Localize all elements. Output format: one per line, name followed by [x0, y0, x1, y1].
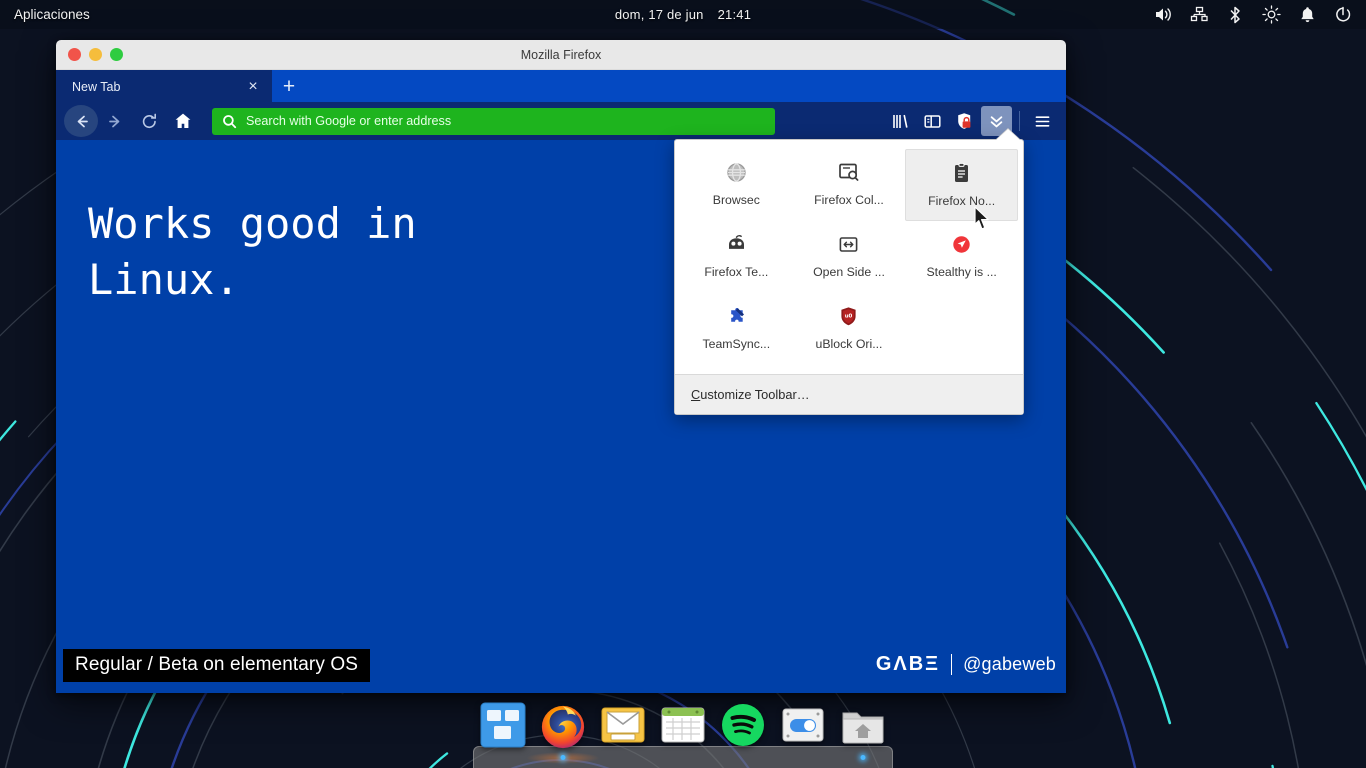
tab-new-tab[interactable]: New Tab ×	[56, 70, 272, 102]
overflow-item-stealthy[interactable]: Stealthy is ...	[905, 221, 1018, 293]
clock-date: dom, 17 de jun	[614, 7, 704, 22]
search-icon	[222, 114, 237, 129]
window-close-button[interactable]	[68, 48, 81, 61]
window-minimize-button[interactable]	[89, 48, 102, 61]
video-caption-banner: Regular / Beta on elementary OS	[63, 649, 370, 682]
dock-running-indicator	[860, 755, 866, 760]
stealthy-icon	[949, 231, 975, 257]
desktop[interactable]: Aplicaciones dom, 17 de jun 21:41 Mozill…	[0, 0, 1366, 768]
overflow-item-firefox-color[interactable]: Firefox Col...	[793, 149, 906, 221]
brightness-icon[interactable]	[1254, 0, 1288, 29]
window-controls	[56, 48, 123, 61]
overflow-item-label: uBlock Ori...	[815, 337, 883, 351]
dock-item-files[interactable]	[839, 702, 887, 760]
applications-menu-button[interactable]: Aplicaciones	[0, 0, 100, 29]
customize-toolbar-label: ustomize Toolbar…	[700, 387, 810, 402]
url-input-placeholder[interactable]: Search with Google or enter address	[246, 114, 451, 128]
dock-item-firefox[interactable]	[526, 702, 600, 764]
caption-text: Regular / Beta on elementary OS	[75, 654, 358, 675]
side-view-icon	[836, 231, 862, 257]
ublock-icon: u0	[836, 303, 862, 329]
watermark-divider	[951, 654, 953, 675]
forward-button[interactable]	[98, 105, 132, 137]
overflow-item-open-side-view[interactable]: Open Side ...	[793, 221, 906, 293]
watermark: GΛBΞ @gabeweb	[876, 653, 1056, 676]
overflow-item-teamsync[interactable]: TeamSync...	[680, 293, 793, 365]
dock-item-settings[interactable]	[779, 702, 827, 760]
new-tab-button[interactable]: +	[272, 70, 306, 102]
overflow-item-label: Browsec	[712, 193, 760, 207]
window-title: Mozilla Firefox	[520, 47, 602, 62]
tab-close-icon[interactable]: ×	[242, 76, 264, 98]
overflow-item-label: Firefox Te...	[704, 265, 769, 279]
navigation-toolbar: Search with Google or enter address	[56, 102, 1066, 140]
overflow-item-browsec[interactable]: Browsec	[680, 149, 793, 221]
window-maximize-button[interactable]	[110, 48, 123, 61]
overflow-item-label: Firefox Col...	[814, 193, 884, 207]
overflow-item-firefox-relay[interactable]: Firefox Te...	[680, 221, 793, 293]
overflow-item-label: Firefox No...	[928, 194, 996, 208]
top-panel: Aplicaciones dom, 17 de jun 21:41	[0, 0, 1366, 29]
back-button[interactable]	[64, 105, 98, 137]
overflow-item-label: Stealthy is ...	[926, 265, 997, 279]
library-icon[interactable]	[885, 106, 916, 136]
dock-item-calendar[interactable]	[659, 702, 707, 760]
watermark-handle: @gabeweb	[963, 654, 1056, 674]
volume-icon[interactable]	[1146, 0, 1180, 29]
customize-toolbar-accesskey: C	[691, 387, 701, 402]
url-search-bar[interactable]: Search with Google or enter address	[212, 107, 775, 135]
hero-heading: Works good in Linux.	[88, 199, 417, 304]
overflow-items-grid: Browsec Firefox Col... Firefox No... Fir…	[675, 140, 1023, 374]
hamburger-menu-icon[interactable]	[1027, 106, 1058, 136]
overflow-item-ublock-origin[interactable]: u0 uBlock Ori...	[793, 293, 906, 365]
extension-shield-icon[interactable]	[949, 106, 980, 136]
panel-arrow	[995, 129, 1021, 141]
dock-item-spotify[interactable]	[719, 702, 767, 760]
customize-toolbar-button[interactable]: Customize Toolbar…	[691, 387, 1007, 402]
globe-icon	[723, 159, 749, 185]
applications-menu-label: Aplicaciones	[14, 7, 90, 22]
overflow-item-label: TeamSync...	[702, 337, 771, 351]
network-wired-icon[interactable]	[1182, 0, 1216, 29]
overflow-item-firefox-notes[interactable]: Firefox No...	[905, 149, 1018, 221]
tab-strip: New Tab × +	[56, 70, 1066, 102]
home-button[interactable]	[166, 105, 200, 137]
power-icon[interactable]	[1326, 0, 1360, 29]
overflow-panel-footer: Customize Toolbar…	[675, 374, 1023, 414]
window-titlebar[interactable]: Mozilla Firefox	[56, 40, 1066, 70]
screenshot-icon	[836, 159, 862, 185]
system-tray	[1146, 0, 1360, 29]
overflow-item-label: Open Side ...	[813, 265, 885, 279]
tab-title: New Tab	[72, 80, 121, 94]
dock-item-appcenter[interactable]	[479, 702, 527, 760]
puzzle-icon	[723, 303, 749, 329]
bluetooth-icon[interactable]	[1218, 0, 1252, 29]
toolbar-separator	[1019, 111, 1020, 131]
dock-item-mail[interactable]	[599, 702, 647, 760]
sidebar-icon[interactable]	[917, 106, 948, 136]
dock-running-indicator	[560, 755, 566, 760]
dock	[479, 694, 887, 764]
clock-time: 21:41	[717, 7, 752, 22]
notifications-bell-icon[interactable]	[1290, 0, 1324, 29]
toolbar-right-buttons	[885, 106, 1058, 136]
relay-mask-icon	[723, 231, 749, 257]
reload-button[interactable]	[132, 105, 166, 137]
notes-icon	[949, 160, 975, 186]
overflow-menu-panel[interactable]: Browsec Firefox Col... Firefox No... Fir…	[674, 129, 1024, 415]
svg-text:u0: u0	[845, 313, 853, 319]
watermark-logo: GΛBΞ	[875, 653, 941, 675]
